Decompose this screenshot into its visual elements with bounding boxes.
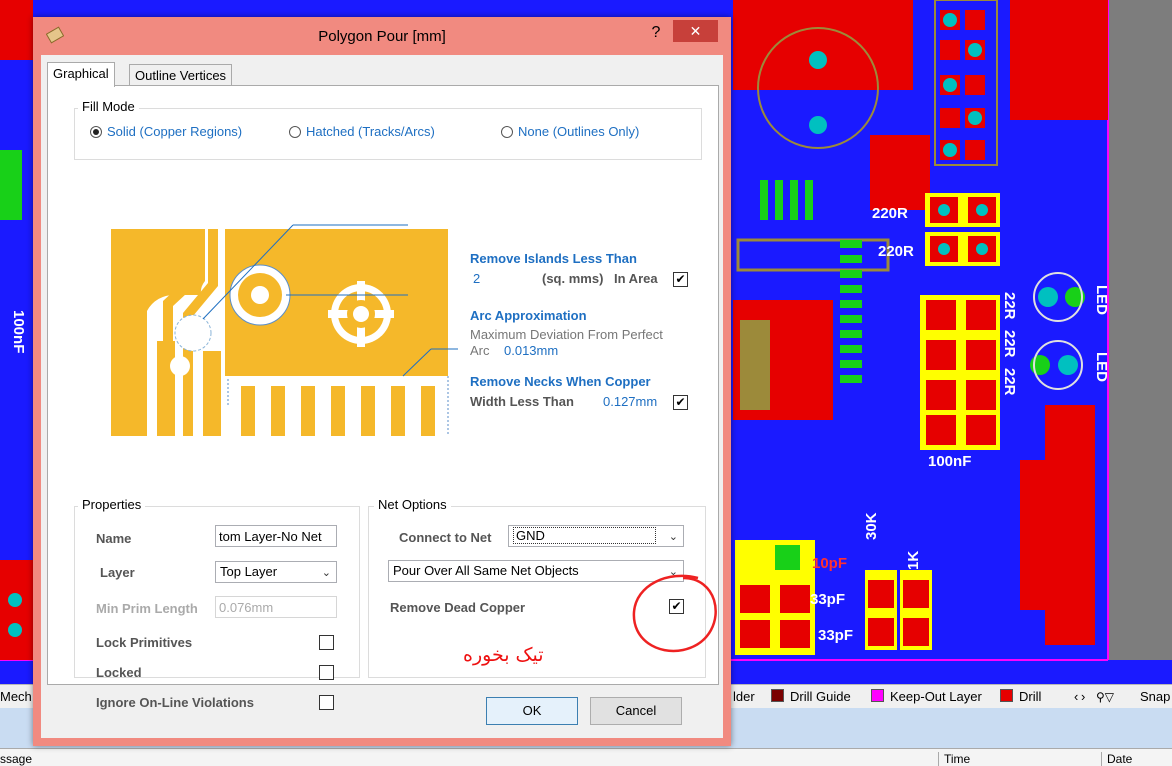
properties-title: Properties <box>78 497 146 512</box>
islands-checkbox[interactable]: ✔ <box>673 272 688 287</box>
close-button[interactable]: ✕ <box>673 20 718 42</box>
layer-tab-drill-guide[interactable]: Drill Guide <box>771 688 851 706</box>
pcb-label-22r-1: 22R <box>1001 292 1018 320</box>
graphical-panel: Fill Mode Solid (Copper Regions) Hatched… <box>47 85 719 710</box>
chevron-down-icon: ⌄ <box>321 567 331 579</box>
arc-value[interactable]: 0.013mm <box>504 343 558 358</box>
messages-col-time[interactable]: Time <box>938 752 970 766</box>
radio-circle <box>501 126 513 138</box>
necks-title: Remove Necks When Copper <box>470 374 651 389</box>
pcb-label-led-2: LED <box>1093 352 1110 382</box>
lock-primitives-checkbox[interactable] <box>319 635 334 650</box>
name-input[interactable]: tom Layer-No Net <box>215 525 337 547</box>
radio-circle <box>90 126 102 138</box>
chevron-down-icon: ⌄ <box>668 531 678 543</box>
dialog-title: Polygon Pour [mm] <box>318 28 446 45</box>
pcb-label-22r-3: 22R <box>1001 368 1018 396</box>
arc-line2: Arc <box>470 343 490 358</box>
islands-title: Remove Islands Less Than <box>470 251 637 266</box>
locked-checkbox[interactable] <box>319 665 334 680</box>
arc-line1: Maximum Deviation From Perfect <box>470 327 663 342</box>
annotation-text: تیک بخوره <box>463 644 544 666</box>
pcb-label-30k: 30K <box>863 512 880 540</box>
keep-out-swatch <box>871 689 884 702</box>
pcb-label-left-100nf: 100nF <box>10 310 27 353</box>
tab-outline-vertices[interactable]: Outline Vertices <box>129 64 233 86</box>
layer-label: Layer <box>100 565 135 580</box>
min-prim-label: Min Prim Length <box>96 601 198 616</box>
connect-to-net-label: Connect to Net <box>399 530 492 545</box>
drill-guide-swatch <box>771 689 784 702</box>
fill-mode-title: Fill Mode <box>78 99 139 114</box>
arc-title: Arc Approximation <box>470 308 587 323</box>
radio-label: Hatched (Tracks/Arcs) <box>306 124 435 139</box>
pcb-label-33pf-1: 33pF <box>810 591 845 608</box>
remove-dead-copper-label: Remove Dead Copper <box>390 600 526 615</box>
layer-tab-label: Drill <box>1019 689 1042 704</box>
islands-suffix: In Area <box>614 271 658 286</box>
polygon-pour-illustration <box>111 224 458 436</box>
radio-label: Solid (Copper Regions) <box>107 124 243 139</box>
radio-label: None (Outlines Only) <box>518 124 640 139</box>
help-button[interactable]: ? <box>645 21 667 45</box>
pcb-label-led-1: LED <box>1093 285 1110 315</box>
annotation-circle <box>632 574 717 653</box>
islands-unit: (sq. mms) <box>542 271 604 286</box>
tab-graphical[interactable]: Graphical <box>47 62 115 87</box>
pcb-label-22r-2: 22R <box>1001 330 1018 358</box>
net-options-title: Net Options <box>374 497 451 512</box>
min-prim-input: 0.076mm <box>215 596 337 618</box>
locked-label: Locked <box>96 665 142 680</box>
pcb-label-220r-2: 220R <box>878 243 914 260</box>
pcb-label-1k: 1K <box>905 551 922 570</box>
radio-none[interactable]: None (Outlines Only) <box>501 124 639 139</box>
pour-over-value: Pour Over All Same Net Objects <box>393 563 579 578</box>
drill-swatch <box>1000 689 1013 702</box>
layer-scroll-left-icon[interactable]: ‹ <box>1074 688 1078 706</box>
pcb-label-10pf: 10pF <box>812 555 847 572</box>
radio-hatched[interactable]: Hatched (Tracks/Arcs) <box>289 124 435 139</box>
radio-solid[interactable]: Solid (Copper Regions) <box>90 124 242 139</box>
layer-filter-icon[interactable]: ⚲▽ <box>1096 688 1114 706</box>
pcb-label-100nf: 100nF <box>928 453 971 470</box>
layer-select[interactable]: Top Layer ⌄ <box>215 561 337 583</box>
lock-primitives-label: Lock Primitives <box>96 635 193 650</box>
radio-circle <box>289 126 301 138</box>
messages-col-date[interactable]: Date <box>1101 752 1132 766</box>
polygon-pour-dialog: Polygon Pour [mm] ? ✕ Graphical Outline … <box>33 17 731 746</box>
layer-tab-label: Drill Guide <box>790 689 851 704</box>
ok-button[interactable]: OK <box>486 697 578 725</box>
messages-header: ssage Time Date <box>0 748 1172 766</box>
islands-value[interactable]: 2 <box>473 271 480 286</box>
messages-col-message[interactable]: ssage <box>0 752 32 766</box>
name-label: Name <box>96 531 132 546</box>
necks-line2: Width Less Than <box>470 394 574 409</box>
layer-tab-label: Keep-Out Layer <box>890 689 982 704</box>
ignore-violations-label: Ignore On-Line Violations <box>96 695 254 710</box>
layer-tab-keep-out[interactable]: Keep-Out Layer <box>871 688 982 706</box>
snap-button[interactable]: Snap <box>1140 688 1170 706</box>
ignore-violations-checkbox[interactable] <box>319 695 334 710</box>
layer-scroll-right-icon[interactable]: › <box>1081 688 1085 706</box>
necks-value[interactable]: 0.127mm <box>603 394 657 409</box>
necks-checkbox[interactable]: ✔ <box>673 395 688 410</box>
layer-select-value: Top Layer <box>220 564 278 579</box>
cancel-button[interactable]: Cancel <box>590 697 682 725</box>
layer-tab-solder[interactable]: lder <box>733 688 755 706</box>
connect-to-net-value: GND <box>513 527 656 544</box>
layer-tab-drill[interactable]: Drill <box>1000 688 1041 706</box>
layer-tab-mech[interactable]: Mech <box>0 688 32 706</box>
pcb-label-33pf-2: 33pF <box>818 627 853 644</box>
pcb-label-220r-1: 220R <box>872 205 908 222</box>
dialog-client: Graphical Outline Vertices Fill Mode Sol… <box>41 55 723 738</box>
connect-to-net-select[interactable]: GND ⌄ <box>508 525 684 547</box>
